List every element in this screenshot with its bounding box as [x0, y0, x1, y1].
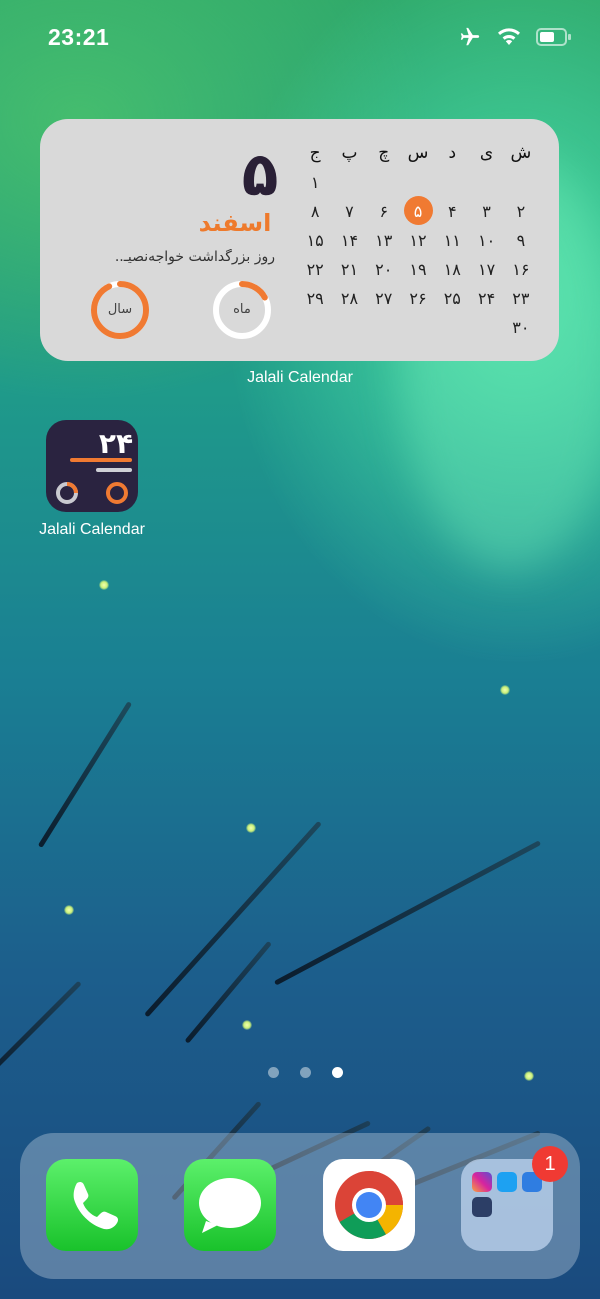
weekday-header-row: شی دسچپج: [298, 139, 538, 168]
calendar-day: [298, 313, 332, 342]
month-ring-label: ماه: [233, 302, 251, 317]
calendar-day: ۲۶: [409, 289, 427, 308]
calendar-day: [504, 168, 538, 197]
widget-month-name: اسفند: [198, 209, 272, 237]
week-row: ۱: [298, 168, 538, 197]
calendar-day: ۸: [310, 202, 320, 221]
page-dot: [300, 1067, 311, 1078]
weekday-header: ج: [309, 143, 321, 163]
calendar-day: [401, 168, 435, 197]
weekday-header: د: [448, 143, 457, 163]
status-bar: 23:21: [0, 0, 600, 78]
weekday-header: پ: [341, 143, 358, 163]
calendar-day: ۱۱: [443, 231, 461, 250]
year-progress-ring: سال: [89, 279, 151, 341]
calendar-day: ۱۴: [340, 231, 359, 250]
week-row: ۱۶ ۱۷ ۱۸ ۱۹ ۲۰ ۲۱ ۲۲: [298, 255, 538, 284]
widget-occasion: روز بزرگداشت خواجه‌نصیـ..: [114, 249, 275, 265]
status-time: 23:21: [48, 24, 110, 50]
calendar-day: ۳: [482, 202, 491, 221]
widget-day-number: ۵: [241, 140, 279, 210]
calendar-day: ۱۸: [443, 260, 461, 279]
page-indicator[interactable]: [268, 1067, 343, 1078]
calendar-day: ۹: [516, 231, 526, 250]
instagram-icon: [472, 1172, 492, 1192]
weekday-header: س: [407, 143, 429, 163]
news-icon: [472, 1197, 492, 1217]
month-progress-ring: ماه: [211, 279, 273, 341]
calendar-day: [469, 313, 503, 342]
month-grid: شیدسچپج ۱ ۲ ۳ ۴ ۵ ۶ ۷ ۸ ۹ ۱۰ ۱۱ ۱۲ ۱۳ ۱۴ ۱۵ ۱۶ ۱۷ ۱۸ ۱۹ ۲۰ ۲…: [298, 139, 538, 342]
weekday-header: چ: [378, 143, 390, 163]
calendar-day: ۱: [310, 173, 320, 192]
calendar-day: ۱۷: [477, 260, 496, 279]
calendar-day: ۱۶: [512, 260, 530, 279]
battery-icon: [536, 27, 572, 51]
calendar-day: [332, 168, 366, 197]
app-icon-number: ۲۴: [99, 427, 133, 460]
calendar-day: [367, 168, 401, 197]
calendar-day: ۱۵: [306, 231, 324, 250]
calendar-day: [332, 313, 366, 342]
calendar-day: [367, 313, 401, 342]
calendar-day: [435, 313, 469, 342]
weekday-header: ش: [510, 143, 532, 163]
calendar-day: ۲۰: [375, 260, 393, 279]
app-label: Jalali Calendar: [39, 521, 145, 538]
calendar-day: ۲۲: [306, 260, 324, 279]
calendar-day: ۲۷: [375, 289, 393, 308]
week-row: ۲ ۳ ۴۵۶ ۷ ۸: [298, 196, 538, 226]
week-row: ۹ ۱۰ ۱۱ ۱۲ ۱۳ ۱۴ ۱۵: [298, 226, 538, 255]
calendar-day: ۳۰: [512, 318, 530, 337]
weekday-header: ی: [479, 143, 494, 163]
calendar-day: ۲۱: [340, 260, 359, 279]
calendar-day: [401, 313, 435, 342]
jalali-calendar-widget[interactable]: ۵ اسفند روز بزرگداشت خواجه‌نصیـ.. ماه سا…: [40, 119, 559, 361]
year-ring-label: سال: [107, 302, 133, 317]
chrome-icon[interactable]: [323, 1159, 415, 1251]
page-dot-active: [332, 1067, 343, 1078]
folder-notification-badge: 1: [532, 1146, 568, 1182]
messages-icon[interactable]: [184, 1159, 276, 1251]
twitter-icon: [497, 1172, 517, 1192]
week-row: ۲۳ ۲۴ ۲۵ ۲۶ ۲۷ ۲۸ ۲۹: [298, 284, 538, 313]
calendar-day: ۱۰: [477, 231, 496, 250]
wifi-icon: [496, 27, 522, 51]
page-dot: [268, 1067, 279, 1078]
airplane-icon: [458, 26, 482, 52]
phone-icon[interactable]: [46, 1159, 138, 1251]
calendar-day: ۲۸: [340, 289, 359, 308]
calendar-day: ۱۹: [409, 260, 427, 279]
calendar-day: ۲۴: [477, 289, 496, 308]
calendar-day: [435, 168, 469, 197]
calendar-day: ۲۹: [306, 289, 324, 308]
dock: [20, 1133, 580, 1279]
calendar-day: ۲۳: [512, 289, 530, 308]
calendar-day: ۲: [516, 202, 526, 221]
jalali-calendar-app-icon[interactable]: ۲۴: [46, 420, 138, 512]
widget-caption: Jalali Calendar: [247, 369, 353, 386]
calendar-day: ۱۲: [409, 231, 427, 250]
week-row: ۳۰: [298, 313, 538, 342]
calendar-day: [469, 168, 503, 197]
calendar-day-today: ۵: [401, 196, 435, 226]
calendar-day: ۴: [448, 202, 457, 221]
calendar-day: ۲۵: [443, 289, 461, 308]
calendar-day: ۷: [345, 202, 354, 221]
calendar-day: ۱۳: [375, 231, 393, 250]
calendar-day: ۶: [379, 202, 389, 221]
